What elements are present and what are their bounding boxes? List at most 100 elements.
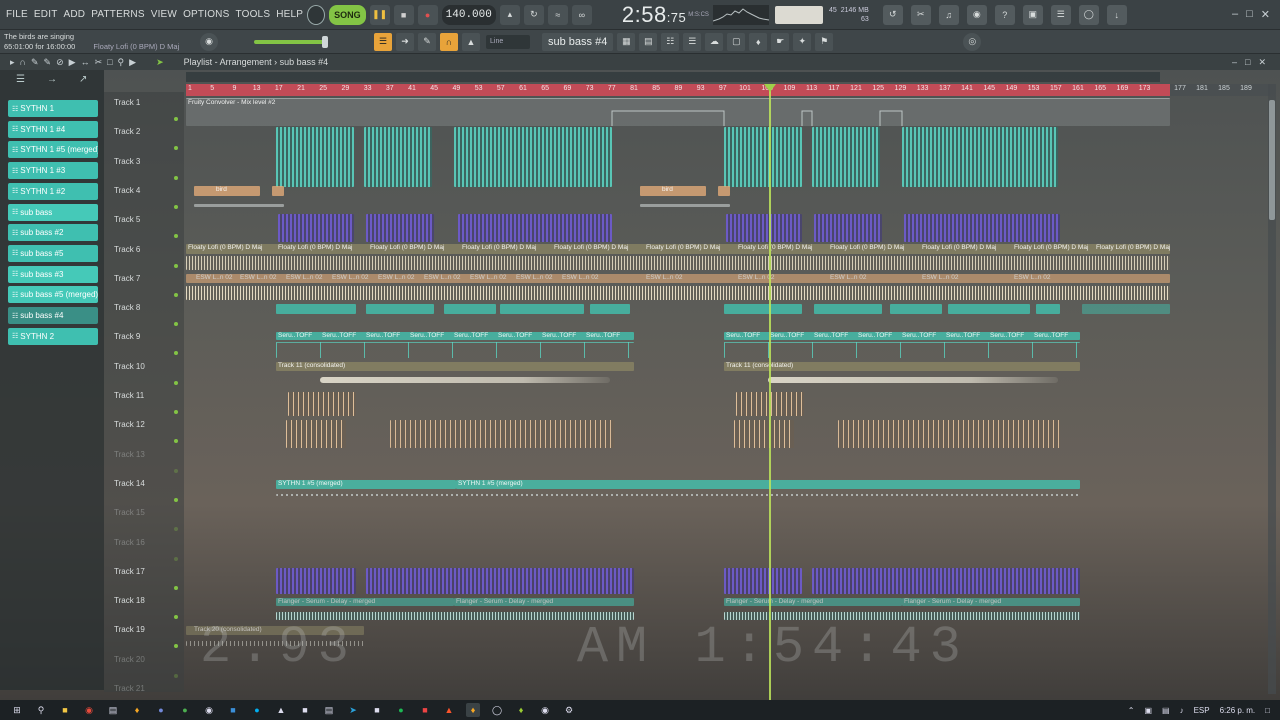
purple-pattern-clip[interactable] xyxy=(276,568,356,594)
tempo-display[interactable]: 140.000 xyxy=(441,4,496,25)
piano-roll-icon[interactable]: ▤ xyxy=(639,32,658,51)
slip-tool-icon[interactable]: ↔ xyxy=(81,57,90,68)
wand-icon[interactable]: ✦ xyxy=(793,32,812,51)
pattern-item[interactable]: ☷ sub bass #3 xyxy=(8,265,98,283)
track-header[interactable]: Track 3 xyxy=(104,157,184,186)
menu-patterns[interactable]: PATTERNS xyxy=(91,9,144,20)
close-icon[interactable]: ✕ xyxy=(1261,8,1270,21)
track-active-led[interactable] xyxy=(174,556,178,561)
draw-tool-icon[interactable]: ✎ xyxy=(31,57,39,68)
menu-tools[interactable]: TOOLS xyxy=(235,9,270,20)
purple-pattern-clip[interactable] xyxy=(724,568,802,594)
pattern-item[interactable]: ☷ sub bass #2 xyxy=(8,224,98,242)
app-icon-discord[interactable]: ● xyxy=(154,703,168,717)
network-icon[interactable]: ▤ xyxy=(1162,706,1170,715)
stop-button[interactable]: ■ xyxy=(393,4,414,25)
sythn-block-clip[interactable] xyxy=(590,304,630,314)
pattern-item[interactable]: ☷ SYTHN 1 #5 (merged) xyxy=(8,141,98,159)
sythn-block-clip[interactable] xyxy=(444,304,496,314)
track-active-led[interactable] xyxy=(174,351,178,356)
floaty-lofi-clip[interactable]: Floaty Lofi (0 BPM) D Maj Floaty Lofi (0… xyxy=(186,244,1170,254)
sythn-merged-clip[interactable]: SYTHN 1 #5 (merged) xyxy=(456,480,1080,489)
picker-menu-icon[interactable]: ☰ xyxy=(16,74,25,85)
playhead-marker[interactable] xyxy=(764,84,776,92)
app-icon-red[interactable]: ■ xyxy=(418,703,432,717)
sythn-block-clip[interactable] xyxy=(1082,304,1170,314)
magnet-icon[interactable]: ∩ xyxy=(440,32,458,51)
track-active-led[interactable] xyxy=(174,439,178,444)
percussion-clip[interactable] xyxy=(390,420,614,448)
bird-audio-clip[interactable] xyxy=(718,186,730,196)
playlist-overview[interactable] xyxy=(186,72,1160,82)
playlist-minimize-icon[interactable]: – xyxy=(1232,57,1237,68)
pattern-song-toggle[interactable]: SONG xyxy=(329,4,366,25)
timeline-ruler-extension[interactable]: 177 181 185 189 xyxy=(1170,84,1270,96)
track-header[interactable]: Track 7 xyxy=(104,274,184,303)
track-active-led[interactable] xyxy=(174,117,178,121)
track-header[interactable]: Track 1 xyxy=(104,98,184,127)
timeline-ruler[interactable]: 1 5 9 13 17 21 25 29 33 37 41 45 49 53 57 61 65 69 73 77 81 8… xyxy=(186,84,1270,96)
flanger-clip[interactable]: Flanger - Serum - Delay - merged xyxy=(454,598,634,606)
vertical-scrollbar-thumb[interactable] xyxy=(1269,100,1275,220)
menu-edit[interactable]: EDIT xyxy=(34,9,58,20)
track-header[interactable]: Track 13 xyxy=(104,450,184,479)
wait-record-icon[interactable] xyxy=(307,4,326,25)
sythn-pattern-clip[interactable] xyxy=(902,127,1058,187)
magnet-tool-icon[interactable]: ∩ xyxy=(20,57,26,68)
microphone-icon[interactable]: ♫ xyxy=(938,4,959,25)
flanger-clip[interactable]: Flanger - Serum - Delay - merged xyxy=(724,598,902,606)
track-header[interactable]: Track 20 xyxy=(104,655,184,684)
playlist-close-icon[interactable]: ✕ xyxy=(1258,57,1266,68)
sub-bass-pattern-clip[interactable] xyxy=(458,214,612,242)
help-icon[interactable]: ? xyxy=(994,4,1015,25)
sythn-block-clip[interactable] xyxy=(948,304,1030,314)
serum-clip-row[interactable]: Seru..TOFF Seru..TOFF Seru..TOFF Seru..T… xyxy=(724,332,1080,340)
cut-icon[interactable]: ✂ xyxy=(910,4,931,25)
track-header[interactable]: Track 12 xyxy=(104,420,184,449)
track-header[interactable]: Track 16 xyxy=(104,538,184,567)
track-active-led[interactable] xyxy=(174,410,178,414)
track-active-led[interactable] xyxy=(174,380,178,385)
arrangement-grid[interactable]: Fruity Convolver - Mix level #2 bird bir… xyxy=(186,96,1270,694)
delete-tool-icon[interactable]: ⊘ xyxy=(56,57,64,68)
skype-icon[interactable]: ● xyxy=(250,703,264,717)
loop-record-icon[interactable]: ∞ xyxy=(571,4,592,25)
sythn-merged-clip[interactable]: SYTHN 1 #5 (merged) xyxy=(276,480,456,489)
pattern-item[interactable]: ☷ sub bass #4 xyxy=(8,307,98,324)
undo-icon[interactable]: ↺ xyxy=(882,4,903,25)
zoom-tool-icon[interactable]: ⚲ xyxy=(118,57,125,68)
sythn-block-clip[interactable] xyxy=(276,304,356,314)
track-header[interactable]: Track 17 xyxy=(104,567,184,596)
system-clock[interactable]: 6:26 p. m. xyxy=(1220,706,1256,715)
arrow-icon[interactable]: ➜ xyxy=(396,32,414,51)
purple-pattern-clip[interactable] xyxy=(366,568,634,594)
sub-bass-pattern-clip[interactable] xyxy=(814,214,882,242)
percussion-clip[interactable] xyxy=(288,392,356,416)
track-active-led[interactable] xyxy=(174,468,178,473)
metronome-icon[interactable]: ▴ xyxy=(499,4,520,25)
mute-tool-icon[interactable]: ▶ xyxy=(69,57,76,68)
tempo-tap-icon[interactable]: ◉ xyxy=(966,4,987,25)
spotify-icon[interactable]: ● xyxy=(394,703,408,717)
app-icon-leaf[interactable]: ♦ xyxy=(514,703,528,717)
percussion-clip[interactable] xyxy=(734,420,794,448)
app-icon-circle[interactable]: ◯ xyxy=(490,703,504,717)
sythn-block-clip[interactable] xyxy=(1036,304,1060,314)
browser-icon[interactable]: ▢ xyxy=(727,32,746,51)
track-header[interactable]: Track 9 xyxy=(104,332,184,361)
touch-icon[interactable]: ☛ xyxy=(771,32,790,51)
globe-icon[interactable]: ◎ xyxy=(963,32,982,51)
sythn-block-clip[interactable] xyxy=(366,304,434,314)
track-header[interactable]: Track 2 xyxy=(104,127,184,156)
snap-selector[interactable]: Line xyxy=(486,34,530,49)
language-indicator[interactable]: ESP xyxy=(1194,706,1210,715)
purple-pattern-clip[interactable] xyxy=(812,568,1080,594)
track-active-led[interactable] xyxy=(174,673,178,678)
app-icon-blue[interactable]: ■ xyxy=(226,703,240,717)
mixer-view-icon[interactable]: ☰ xyxy=(683,32,702,51)
settings-icon[interactable]: ⚙ xyxy=(562,703,576,717)
sub-bass-pattern-clip[interactable] xyxy=(278,214,354,242)
app-icon-green[interactable]: ● xyxy=(178,703,192,717)
track-active-led[interactable] xyxy=(174,527,178,532)
pattern-selector[interactable]: sub bass #4 xyxy=(542,32,614,51)
